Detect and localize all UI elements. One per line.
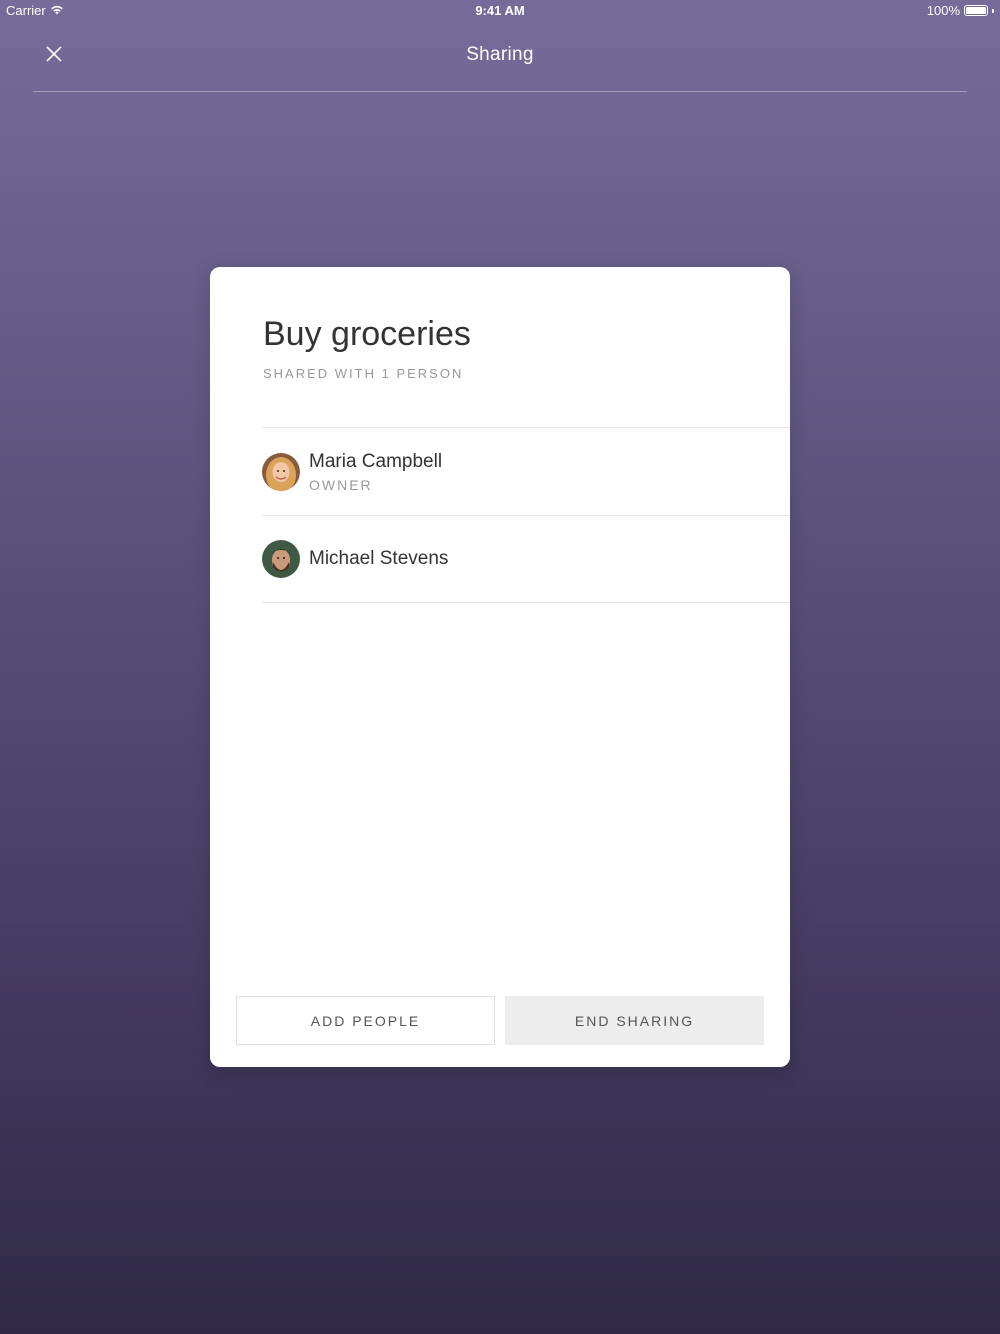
person-row[interactable]: Maria Campbell OWNER — [262, 427, 790, 515]
battery-nub — [992, 8, 994, 13]
person-name: Michael Stevens — [309, 548, 449, 569]
person-info: Michael Stevens — [309, 548, 448, 570]
person-name: Maria Campbell — [309, 450, 443, 472]
card-subtitle: SHARED WITH 1 PERSON — [263, 366, 464, 381]
battery-fill — [966, 7, 986, 14]
card-buttons: ADD PEOPLE END SHARING — [236, 996, 764, 1045]
battery-icon — [964, 5, 988, 16]
avatar-michael — [262, 540, 300, 578]
nav-divider — [33, 91, 967, 92]
add-people-button[interactable]: ADD PEOPLE — [236, 996, 495, 1045]
sharing-card: Buy groceries SHARED WITH 1 PERSON Maria… — [210, 267, 790, 1067]
battery-label: 100% — [926, 3, 960, 18]
status-bar: Carrier 9:41 AM 100% — [0, 0, 1000, 22]
page-title: Sharing — [466, 44, 534, 65]
status-battery: 100% — [927, 3, 994, 18]
end-sharing-button[interactable]: END SHARING — [505, 996, 764, 1045]
person-info: Maria Campbell OWNER — [309, 451, 442, 493]
person-row[interactable]: Michael Stevens — [262, 515, 790, 603]
card-title: Buy groceries — [263, 315, 471, 353]
person-role: OWNER — [309, 476, 373, 493]
status-time: 9:41 AM — [475, 3, 525, 18]
nav-bar: Sharing — [0, 22, 1000, 92]
people-list: Maria Campbell OWNER Michael Stevens — [262, 427, 790, 603]
avatar-maria — [262, 452, 300, 491]
